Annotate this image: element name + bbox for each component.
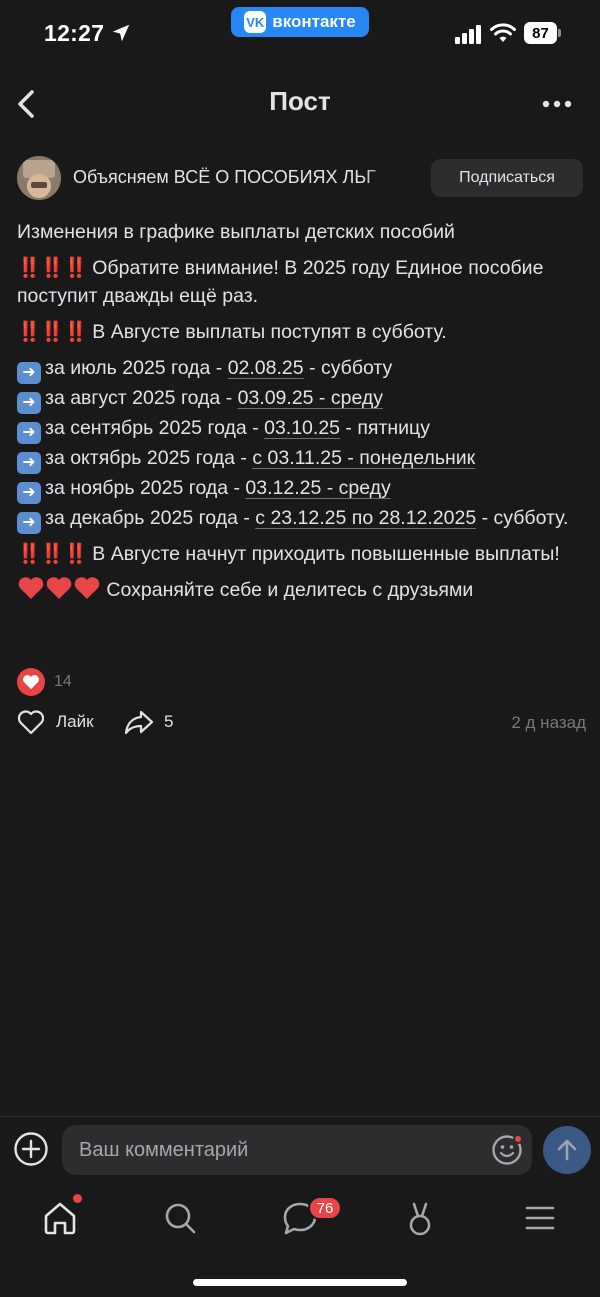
red-heart-emoji-icon — [46, 577, 72, 599]
reactions-count: 14 — [54, 673, 72, 690]
date-link[interactable]: 03.12.25 - среду — [245, 477, 390, 499]
notification-dot — [513, 1134, 523, 1144]
messages-badge: 76 — [308, 1196, 342, 1220]
menu-icon[interactable] — [520, 1198, 560, 1238]
battery-level: 87 — [524, 22, 557, 44]
wifi-icon — [490, 23, 516, 42]
red-heart-emoji-icon — [74, 577, 100, 599]
share-arrow-icon[interactable] — [123, 708, 155, 736]
post-author-row: Объясняем ВСЁ О ПОСОБИЯХ ЛЬГ Подписаться — [0, 152, 600, 208]
share-call-text: Сохраняйте себе и делитесь с друзьями — [106, 579, 474, 601]
cellular-signal-icon — [455, 25, 481, 44]
post-actions: Лайк 5 2 д назад — [0, 704, 600, 740]
schedule-item: ➜ за ноябрь 2025 года - 03.12.25 - среду — [17, 477, 391, 504]
vk-logo-icon: VK — [244, 11, 267, 33]
author-avatar[interactable] — [17, 156, 61, 200]
more-dots-icon[interactable] — [540, 90, 574, 118]
post-timestamp: 2 д назад — [511, 713, 586, 732]
comment-bar — [0, 1116, 600, 1184]
home-notification-dot — [73, 1194, 82, 1203]
post-body: Изменения в графике выплаты детских посо… — [17, 218, 587, 612]
app-return-pill[interactable]: VK вконтакте — [231, 7, 369, 37]
subscribe-button[interactable]: Подписаться — [431, 159, 583, 197]
page-title: Пост — [269, 86, 331, 116]
status-time: 12:27 — [44, 20, 105, 46]
schedule-item: ➜ за сентябрь 2025 года - 03.10.25 - пятн… — [17, 417, 430, 444]
status-bar: 12:27 VK вконтакте 87 — [0, 0, 600, 64]
home-indicator[interactable] — [193, 1279, 407, 1286]
like-button[interactable]: Лайк — [56, 712, 94, 732]
date-link[interactable]: 02.08.25 — [228, 357, 304, 379]
double-exclamation-emoji: ‼️‼️‼️ — [17, 257, 88, 279]
notice-text: Обратите внимание! В 2025 году Единое по… — [17, 257, 544, 307]
date-link[interactable]: с 03.11.25 - понедельник — [252, 447, 475, 469]
date-link[interactable]: 03.10.25 — [264, 417, 340, 439]
red-heart-emoji-icon — [18, 577, 44, 599]
date-link[interactable]: с 23.12.25 по 28.12.2025 — [255, 507, 476, 529]
share-count[interactable]: 5 — [164, 712, 173, 732]
location-arrow-icon — [112, 24, 130, 42]
arrow-right-emoji-icon: ➜ — [17, 392, 41, 414]
search-icon[interactable] — [160, 1198, 200, 1238]
post-paragraph-august: ‼️‼️‼️ В Августе выплаты поступят в субб… — [17, 318, 587, 346]
post-paragraph-notice: ‼️‼️‼️ Обратите внимание! В 2025 году Ед… — [17, 254, 587, 310]
arrow-right-emoji-icon: ➜ — [17, 452, 41, 474]
arrow-right-emoji-icon: ➜ — [17, 422, 41, 444]
like-heart-icon[interactable] — [17, 709, 45, 735]
schedule-item: ➜ за июль 2025 года - 02.08.25 - субботу — [17, 357, 392, 384]
send-arrow-icon — [557, 1139, 577, 1161]
clips-icon[interactable] — [400, 1198, 440, 1238]
nav-header: Пост — [0, 72, 600, 136]
schedule-item: ➜ за октябрь 2025 года - с 03.11.25 - пон… — [17, 447, 475, 474]
arrow-right-emoji-icon: ➜ — [17, 482, 41, 504]
date-link[interactable]: 03.09.25 - среду — [238, 387, 383, 409]
home-icon[interactable] — [40, 1198, 80, 1238]
schedule-item: ➜ за декабрь 2025 года - с 23.12.25 по 28… — [17, 507, 568, 534]
heart-reaction-icon — [17, 668, 45, 696]
post-paragraph-share: Сохраняйте себе и делитесь с друзьями — [17, 576, 587, 604]
august-text: В Августе выплаты поступят в субботу. — [92, 321, 447, 343]
post-title-line: Изменения в графике выплаты детских посо… — [17, 221, 455, 243]
send-button[interactable] — [543, 1126, 591, 1174]
schedule-list: ➜ за июль 2025 года - 02.08.25 - субботу … — [17, 354, 587, 534]
battery-icon: 87 — [524, 22, 561, 44]
double-exclamation-emoji: ‼️‼️‼️ — [17, 321, 88, 343]
app-return-label: вконтакте — [272, 12, 356, 31]
tab-bar — [0, 1184, 600, 1256]
arrow-right-emoji-icon: ➜ — [17, 362, 41, 384]
plus-circle-icon[interactable] — [13, 1131, 49, 1167]
increased-text: В Августе начнут приходить повышенные вы… — [92, 543, 560, 565]
post-paragraph-increased: ‼️‼️‼️ В Августе начнут приходить повыше… — [17, 540, 587, 568]
comment-input[interactable] — [62, 1125, 532, 1175]
arrow-right-emoji-icon: ➜ — [17, 512, 41, 534]
double-exclamation-emoji: ‼️‼️‼️ — [17, 543, 88, 565]
schedule-item: ➜ за август 2025 года - 03.09.25 - среду — [17, 387, 383, 414]
author-name[interactable]: Объясняем ВСЁ О ПОСОБИЯХ ЛЬГ — [73, 167, 403, 188]
